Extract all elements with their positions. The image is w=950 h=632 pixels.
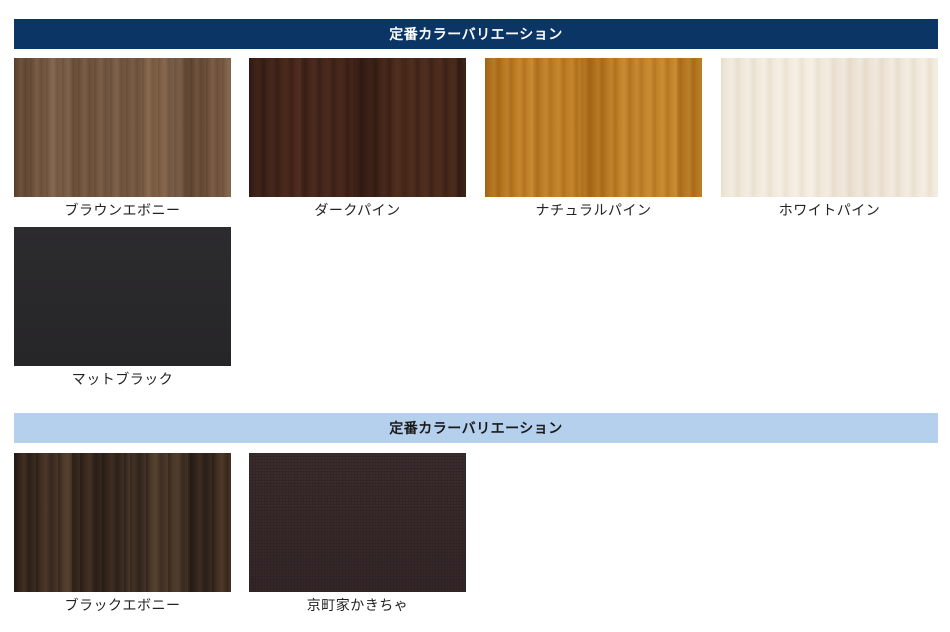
matt-black-texture-image: [14, 227, 231, 366]
standard-colors-header: 定番カラーバリエーション: [14, 19, 938, 49]
white-pine-texture-image: [721, 58, 938, 197]
swatch-label: ナチュラルパイン: [535, 203, 652, 219]
swatch-label: マットブラック: [71, 372, 174, 388]
kyomachiya-kakicha-texture-image: [249, 453, 466, 592]
swatch-black-ebony[interactable]: ブラックエボニー: [14, 453, 231, 615]
natural-pine-texture-image: [485, 58, 702, 197]
swatch-matt-black[interactable]: マットブラック: [14, 227, 231, 389]
black-ebony-texture-image: [14, 453, 231, 592]
premium-colors-header: 定番カラーバリエーション: [14, 413, 938, 443]
swatch-label: ブラウンエボニー: [64, 203, 181, 219]
swatch-label: ブラックエボニー: [64, 598, 181, 614]
brown-ebony-texture-image: [14, 58, 231, 197]
swatch-dark-pine[interactable]: ダークパイン: [249, 58, 466, 220]
swatch-brown-ebony[interactable]: ブラウンエボニー: [14, 58, 231, 220]
swatch-label: 京町家かきちゃ: [306, 598, 409, 614]
swatch-label: ダークパイン: [314, 203, 401, 219]
dark-pine-texture-image: [249, 58, 466, 197]
swatch-kyomachiya-kakicha[interactable]: 京町家かきちゃ: [249, 453, 466, 615]
swatch-label: ホワイトパイン: [778, 203, 881, 219]
swatch-natural-pine[interactable]: ナチュラルパイン: [485, 58, 702, 220]
swatch-white-pine[interactable]: ホワイトパイン: [721, 58, 938, 220]
